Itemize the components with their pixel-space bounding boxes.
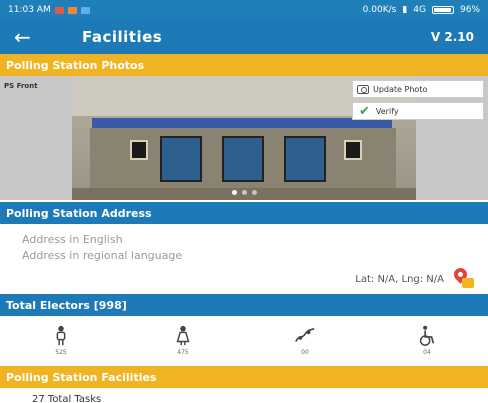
lat-lng-label: Lat: N/A, Lng: N/A <box>355 273 444 285</box>
check-icon: ✔ <box>359 103 370 119</box>
map-pin-icon[interactable] <box>450 265 476 290</box>
photo-actions: Update Photo ✔ Verify <box>352 80 484 120</box>
notification-icon <box>67 6 77 14</box>
photos-section-header: Polling Station Photos <box>0 54 488 76</box>
notification-icon <box>80 6 90 14</box>
signal-icon: ▮ <box>402 5 408 15</box>
update-photo-button[interactable]: Update Photo <box>352 80 484 98</box>
address-block: Address in English Address in regional l… <box>0 224 488 294</box>
photo-caption: PS Front <box>4 82 38 90</box>
carousel-dots <box>232 190 257 195</box>
elector-male: 525 <box>0 318 122 362</box>
address-english: Address in English <box>22 233 123 246</box>
notification-icon <box>54 6 64 14</box>
update-photo-label: Update Photo <box>373 84 428 94</box>
app-bar: ← Facilities V 2.10 <box>0 20 488 54</box>
network-type: 4G <box>413 5 426 15</box>
female-icon <box>176 325 190 345</box>
building-banner <box>92 118 392 128</box>
wheelchair-icon <box>419 325 435 346</box>
male-icon <box>56 325 66 345</box>
carousel-dot[interactable] <box>232 190 237 195</box>
carousel-dot[interactable] <box>252 190 257 195</box>
total-tasks: 27 Total Tasks <box>32 394 102 403</box>
verify-label: Verify <box>375 106 399 116</box>
back-arrow-icon[interactable]: ← <box>14 27 44 47</box>
page-title: Facilities <box>82 28 163 46</box>
battery-level: 96% <box>459 5 480 15</box>
status-bar: 11:03 AM 0.00K/s ▮ 4G 96% <box>0 0 488 20</box>
battery-icon <box>431 6 454 14</box>
elector-count: 475 <box>177 348 189 356</box>
address-regional: Address in regional language <box>22 249 183 262</box>
third-gender-icon <box>295 327 315 342</box>
status-time: 11:03 AM <box>8 5 51 15</box>
elector-count: 525 <box>55 348 67 356</box>
elector-count: 04 <box>423 348 431 356</box>
address-section-header: Polling Station Address <box>0 202 488 224</box>
electors-row: 525 475 00 04 <box>0 318 488 362</box>
location-row: Lat: N/A, Lng: N/A <box>355 265 476 290</box>
camera-icon <box>357 84 369 94</box>
elector-third-gender: 00 <box>244 318 366 362</box>
facilities-section-header: Polling Station Facilities <box>0 366 488 388</box>
elector-count: 00 <box>301 348 309 356</box>
verify-button[interactable]: ✔ Verify <box>352 102 484 120</box>
elector-wheelchair: 04 <box>366 318 488 362</box>
version-label: V 2.10 <box>430 30 474 44</box>
network-speed: 0.00K/s <box>362 5 397 15</box>
elector-female: 475 <box>122 318 244 362</box>
carousel-dot[interactable] <box>242 190 247 195</box>
electors-section-header: Total Electors [998] <box>0 294 488 316</box>
